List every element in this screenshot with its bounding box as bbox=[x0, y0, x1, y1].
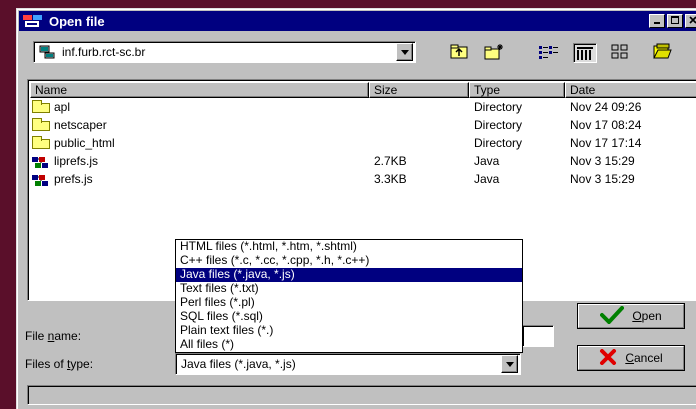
file-type-dropdown-button[interactable] bbox=[501, 355, 518, 373]
file-row[interactable]: liprefs.js 2.7KB Java Nov 3 15:29 bbox=[30, 153, 696, 169]
network-drive-icon bbox=[39, 45, 57, 59]
file-name: public_html bbox=[54, 136, 115, 150]
minimize-button[interactable] bbox=[649, 14, 665, 28]
folder-icon bbox=[32, 118, 50, 132]
cancel-button-label: Cancel bbox=[625, 351, 663, 365]
file-type: Java bbox=[474, 172, 500, 186]
java-file-icon bbox=[32, 173, 50, 186]
open-folder-icon[interactable] bbox=[651, 43, 673, 61]
file-date: Nov 17 17:14 bbox=[570, 136, 642, 150]
maximize-icon bbox=[671, 16, 679, 24]
column-header-type[interactable]: Type bbox=[469, 82, 565, 98]
file-type-option[interactable]: SQL files (*.sql) bbox=[176, 310, 522, 324]
file-type: Directory bbox=[474, 136, 523, 150]
file-name: liprefs.js bbox=[54, 154, 99, 168]
file-name: netscaper bbox=[54, 118, 107, 132]
file-type-dropdown-list[interactable]: HTML files (*.html, *.htm, *.shtml) C++ … bbox=[175, 239, 523, 353]
close-icon bbox=[689, 16, 696, 24]
file-type-option[interactable]: Text files (*.txt) bbox=[176, 282, 522, 296]
file-date: Nov 3 15:29 bbox=[570, 154, 635, 168]
chevron-down-icon bbox=[400, 49, 409, 55]
file-type-option-selected[interactable]: Java files (*.java, *.js) bbox=[176, 268, 522, 282]
folder-icon bbox=[32, 136, 50, 150]
cancel-button[interactable]: Cancel bbox=[577, 345, 685, 371]
file-type-option[interactable]: Plain text files (*.) bbox=[176, 324, 522, 338]
checkmark-icon bbox=[600, 305, 625, 327]
file-name: apl bbox=[54, 100, 71, 114]
column-header-date[interactable]: Date bbox=[565, 82, 696, 98]
file-size: 3.3KB bbox=[374, 172, 407, 186]
new-folder-icon[interactable] bbox=[483, 43, 505, 61]
java-file-icon bbox=[32, 155, 50, 168]
details-view-icon[interactable] bbox=[573, 43, 597, 63]
file-type-value: Java files (*.java, *.js) bbox=[181, 357, 296, 371]
file-name: prefs.js bbox=[54, 172, 93, 186]
title-bar[interactable]: Open file bbox=[19, 11, 696, 31]
file-date: Nov 24 09:26 bbox=[570, 100, 642, 114]
status-bar bbox=[27, 385, 696, 405]
file-name-label: File name: bbox=[25, 329, 82, 343]
chevron-down-icon bbox=[505, 361, 514, 367]
folder-icon bbox=[32, 100, 50, 114]
file-row[interactable]: netscaper Directory Nov 17 08:24 bbox=[30, 117, 696, 133]
file-type: Directory bbox=[474, 118, 523, 132]
open-button-label: Open bbox=[632, 309, 662, 323]
open-button[interactable]: Open bbox=[577, 303, 685, 329]
look-in-dropdown-button[interactable] bbox=[396, 43, 413, 61]
file-type-option[interactable]: All files (*) bbox=[176, 338, 522, 352]
up-folder-icon[interactable] bbox=[448, 43, 470, 61]
window-title: Open file bbox=[49, 13, 105, 29]
file-type: Directory bbox=[474, 100, 523, 114]
maximize-button[interactable] bbox=[667, 14, 683, 28]
x-icon bbox=[599, 348, 617, 368]
app-icon bbox=[23, 14, 43, 28]
file-type-combobox[interactable]: Java files (*.java, *.js) bbox=[175, 353, 521, 375]
file-type-option[interactable]: Perl files (*.pl) bbox=[176, 296, 522, 310]
file-size: 2.7KB bbox=[374, 154, 407, 168]
file-row[interactable]: apl Directory Nov 24 09:26 bbox=[30, 99, 696, 115]
large-icons-view-icon[interactable] bbox=[609, 43, 631, 61]
file-type: Java bbox=[474, 154, 500, 168]
look-in-value: inf.furb.rct-sc.br bbox=[62, 45, 146, 59]
file-date: Nov 3 15:29 bbox=[570, 172, 635, 186]
minimize-icon bbox=[654, 22, 660, 24]
file-type-label: Files of type: bbox=[25, 357, 94, 371]
column-header-name[interactable]: Name bbox=[30, 82, 369, 98]
file-row[interactable]: public_html Directory Nov 17 17:14 bbox=[30, 135, 696, 151]
file-row[interactable]: prefs.js 3.3KB Java Nov 3 15:29 bbox=[30, 171, 696, 187]
file-type-option[interactable]: HTML files (*.html, *.htm, *.shtml) bbox=[176, 240, 522, 254]
file-date: Nov 17 08:24 bbox=[570, 118, 642, 132]
file-name-field[interactable] bbox=[522, 325, 554, 347]
close-button[interactable] bbox=[685, 14, 696, 28]
look-in-combobox[interactable]: inf.furb.rct-sc.br bbox=[33, 41, 416, 63]
open-file-dialog: Open file inf.furb.rct-sc.br Name Size T… bbox=[16, 8, 696, 409]
file-type-option[interactable]: C++ files (*.c, *.cc, *.cpp, *.h, *.c++) bbox=[176, 254, 522, 268]
list-view-icon[interactable] bbox=[537, 43, 559, 61]
column-header-size[interactable]: Size bbox=[369, 82, 469, 98]
